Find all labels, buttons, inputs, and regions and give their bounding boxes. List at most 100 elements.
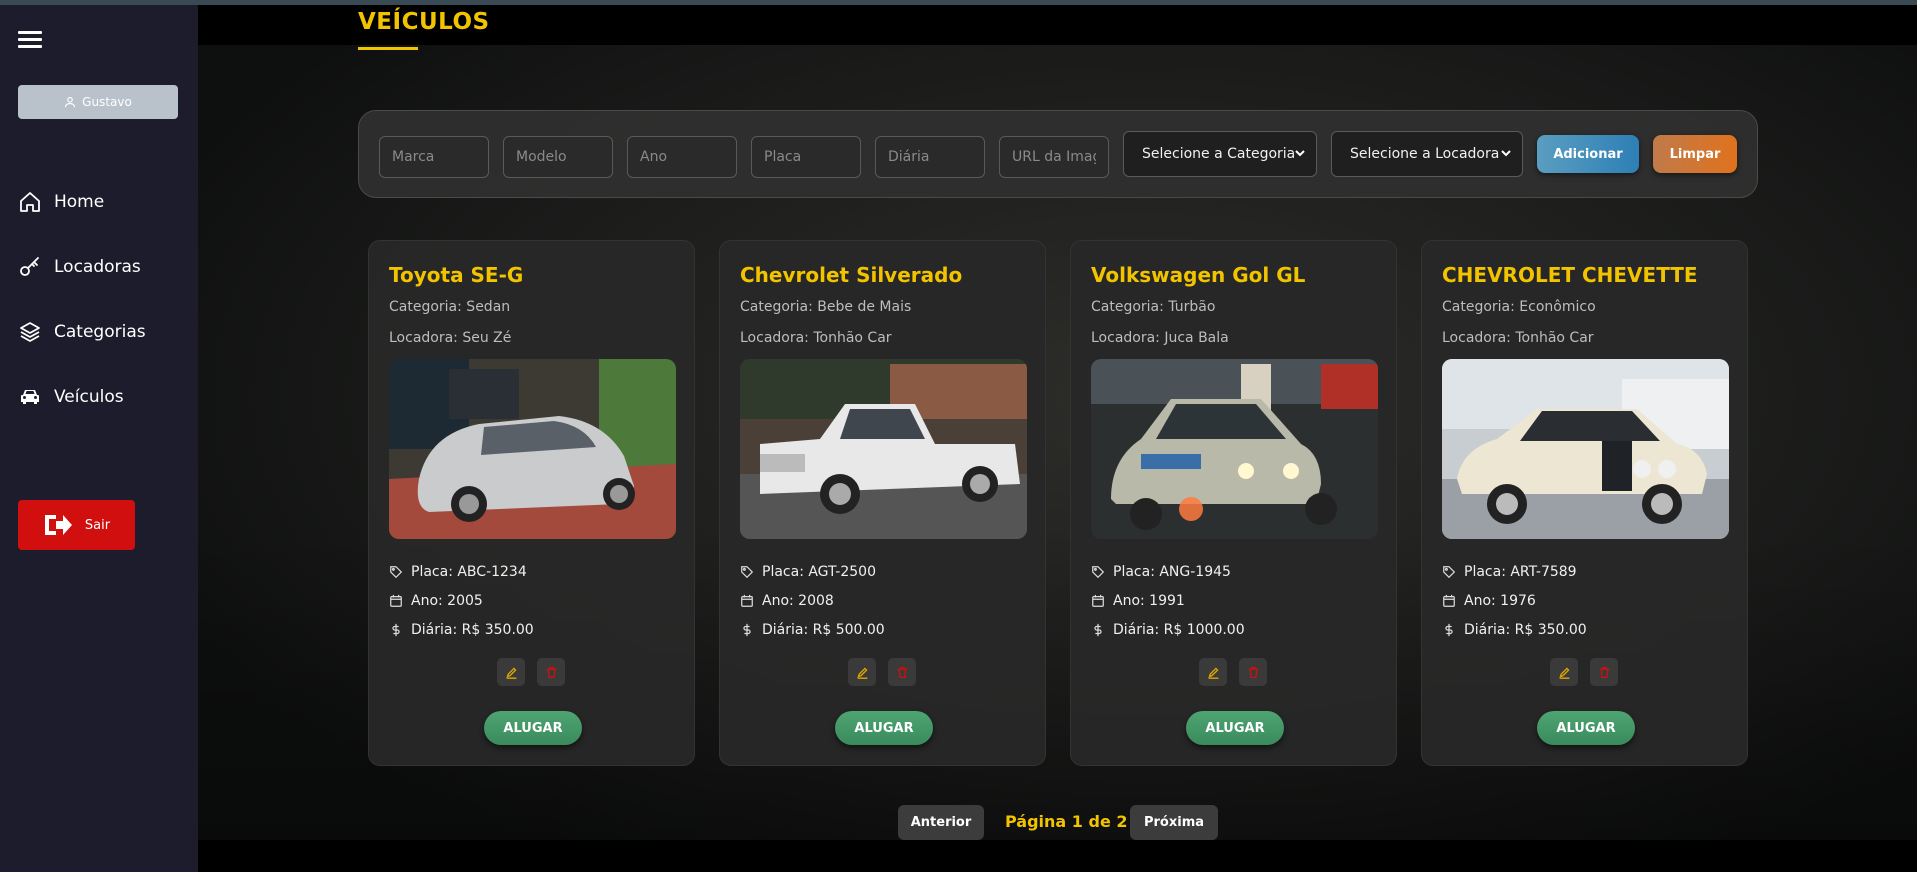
vehicle-plate-text: Placa: ANG-1945	[1113, 564, 1231, 580]
vehicle-category: Categoria: Turbão	[1091, 299, 1216, 315]
vehicle-daily-rate-text: Diária: R$ 1000.00	[1113, 622, 1245, 638]
delete-button[interactable]	[888, 658, 916, 686]
marca-input[interactable]	[379, 136, 489, 178]
delete-button[interactable]	[1239, 658, 1267, 686]
vehicle-locadora: Locadora: Tonhão Car	[740, 330, 892, 346]
vehicle-form: Selecione a Categoria Selecione a Locado…	[358, 110, 1758, 198]
trash-icon	[546, 666, 556, 678]
user-icon	[65, 96, 76, 108]
rent-button[interactable]: ALUGAR	[835, 711, 933, 745]
next-page-button[interactable]: Próxima	[1130, 805, 1218, 840]
previous-page-button[interactable]: Anterior	[898, 805, 984, 840]
vehicle-daily-rate: Diária: R$ 350.00	[1442, 622, 1587, 638]
calendar-icon	[1092, 594, 1104, 607]
vehicle-daily-rate: Diária: R$ 350.00	[389, 622, 534, 638]
delete-button[interactable]	[1590, 658, 1618, 686]
tag-icon	[1092, 566, 1105, 579]
bottom-bar	[198, 840, 1917, 872]
vehicle-year-text: Ano: 2008	[762, 593, 834, 609]
vehicle-category: Categoria: Econômico	[1442, 299, 1596, 315]
modelo-input[interactable]	[503, 136, 613, 178]
edit-button[interactable]	[848, 658, 876, 686]
delete-button[interactable]	[537, 658, 565, 686]
image-url-input[interactable]	[999, 136, 1109, 178]
vehicle-plate: Placa: ART-7589	[1442, 564, 1577, 580]
vehicle-year-text: Ano: 1976	[1464, 593, 1536, 609]
vehicle-title: Volkswagen Gol GL	[1091, 263, 1306, 287]
key-icon	[20, 257, 39, 276]
vehicle-category: Categoria: Sedan	[389, 299, 511, 315]
vehicle-locadora: Locadora: Seu Zé	[389, 330, 512, 346]
rent-button[interactable]: ALUGAR	[484, 711, 582, 745]
sidebar-item-label: Categorias	[54, 322, 146, 342]
vehicle-year: Ano: 1991	[1091, 593, 1185, 609]
edit-icon	[1558, 667, 1569, 679]
rent-button[interactable]: ALUGAR	[1537, 711, 1635, 745]
edit-button[interactable]	[1550, 658, 1578, 686]
vehicle-card: Volkswagen Gol GL Categoria: Turbão Loca…	[1070, 240, 1397, 766]
vehicle-year-text: Ano: 1991	[1113, 593, 1185, 609]
category-select[interactable]: Selecione a Categoria	[1123, 131, 1317, 177]
ano-input[interactable]	[627, 136, 737, 178]
calendar-icon	[1443, 594, 1455, 607]
title-underline	[358, 47, 418, 50]
vehicle-daily-rate-text: Diária: R$ 500.00	[762, 622, 885, 638]
sidebar-item-categorias[interactable]: Categorias	[18, 317, 146, 347]
car-icon	[21, 390, 39, 404]
sidebar-item-label: Veículos	[54, 387, 124, 407]
vehicle-image	[389, 359, 676, 539]
page-indicator: Página 1 de 2	[1005, 812, 1128, 831]
vehicle-daily-rate: Diária: R$ 500.00	[740, 622, 885, 638]
placa-input[interactable]	[751, 136, 861, 178]
vehicle-title: Toyota SE-G	[389, 263, 524, 287]
vehicle-card: CHEVROLET CHEVETTE Categoria: Econômico …	[1421, 240, 1748, 766]
user-button[interactable]: Gustavo	[18, 85, 178, 119]
sidebar-item-label: Locadoras	[54, 257, 141, 277]
vehicle-card: Chevrolet Silverado Categoria: Bebe de M…	[719, 240, 1046, 766]
dollar-icon	[392, 623, 400, 637]
vehicle-plate-text: Placa: ART-7589	[1464, 564, 1577, 580]
sidebar-item-veiculos[interactable]: Veículos	[18, 382, 124, 412]
vehicle-year-text: Ano: 2005	[411, 593, 483, 609]
trash-icon	[1599, 666, 1609, 678]
trash-icon	[897, 666, 907, 678]
menu-icon[interactable]	[18, 31, 42, 51]
logout-button[interactable]: Sair	[18, 500, 135, 550]
tag-icon	[1443, 566, 1456, 579]
vehicle-year: Ano: 1976	[1442, 593, 1536, 609]
vehicle-image	[740, 359, 1027, 539]
rent-button[interactable]: ALUGAR	[1186, 711, 1284, 745]
dollar-icon	[1094, 623, 1102, 637]
vehicle-year: Ano: 2008	[740, 593, 834, 609]
vehicle-category: Categoria: Bebe de Mais	[740, 299, 912, 315]
vehicle-image	[1442, 359, 1729, 539]
clear-button[interactable]: Limpar	[1653, 135, 1737, 173]
user-name: Gustavo	[82, 95, 132, 109]
page-title: VEÍCULOS	[358, 9, 490, 35]
edit-icon	[856, 667, 867, 679]
vehicle-locadora: Locadora: Juca Bala	[1091, 330, 1229, 346]
edit-icon	[1207, 667, 1218, 679]
sidebar-item-label: Home	[54, 192, 105, 212]
vehicle-daily-rate-text: Diária: R$ 350.00	[411, 622, 534, 638]
vehicle-locadora: Locadora: Tonhão Car	[1442, 330, 1594, 346]
sidebar-item-locadoras[interactable]: Locadoras	[18, 252, 141, 282]
dollar-icon	[743, 623, 751, 637]
vehicle-plate-text: Placa: AGT-2500	[762, 564, 876, 580]
vehicle-plate: Placa: ANG-1945	[1091, 564, 1231, 580]
trash-icon	[1248, 666, 1258, 678]
edit-icon	[505, 667, 516, 679]
diaria-input[interactable]	[875, 136, 985, 178]
sidebar-item-home[interactable]: Home	[18, 187, 104, 217]
vehicle-daily-rate: Diária: R$ 1000.00	[1091, 622, 1245, 638]
add-button[interactable]: Adicionar	[1537, 135, 1639, 173]
sign-out-icon	[44, 515, 72, 535]
edit-button[interactable]	[1199, 658, 1227, 686]
locadora-select-value: Selecione a Locadora	[1350, 146, 1500, 162]
sidebar: Gustavo Home Locadoras Categorias Veícul…	[0, 5, 198, 872]
vehicle-plate-text: Placa: ABC-1234	[411, 564, 527, 580]
edit-button[interactable]	[497, 658, 525, 686]
vehicle-plate: Placa: AGT-2500	[740, 564, 876, 580]
locadora-select[interactable]: Selecione a Locadora	[1331, 131, 1523, 177]
main-content: VEÍCULOS Selecione a Categoria Selecione…	[198, 5, 1917, 872]
